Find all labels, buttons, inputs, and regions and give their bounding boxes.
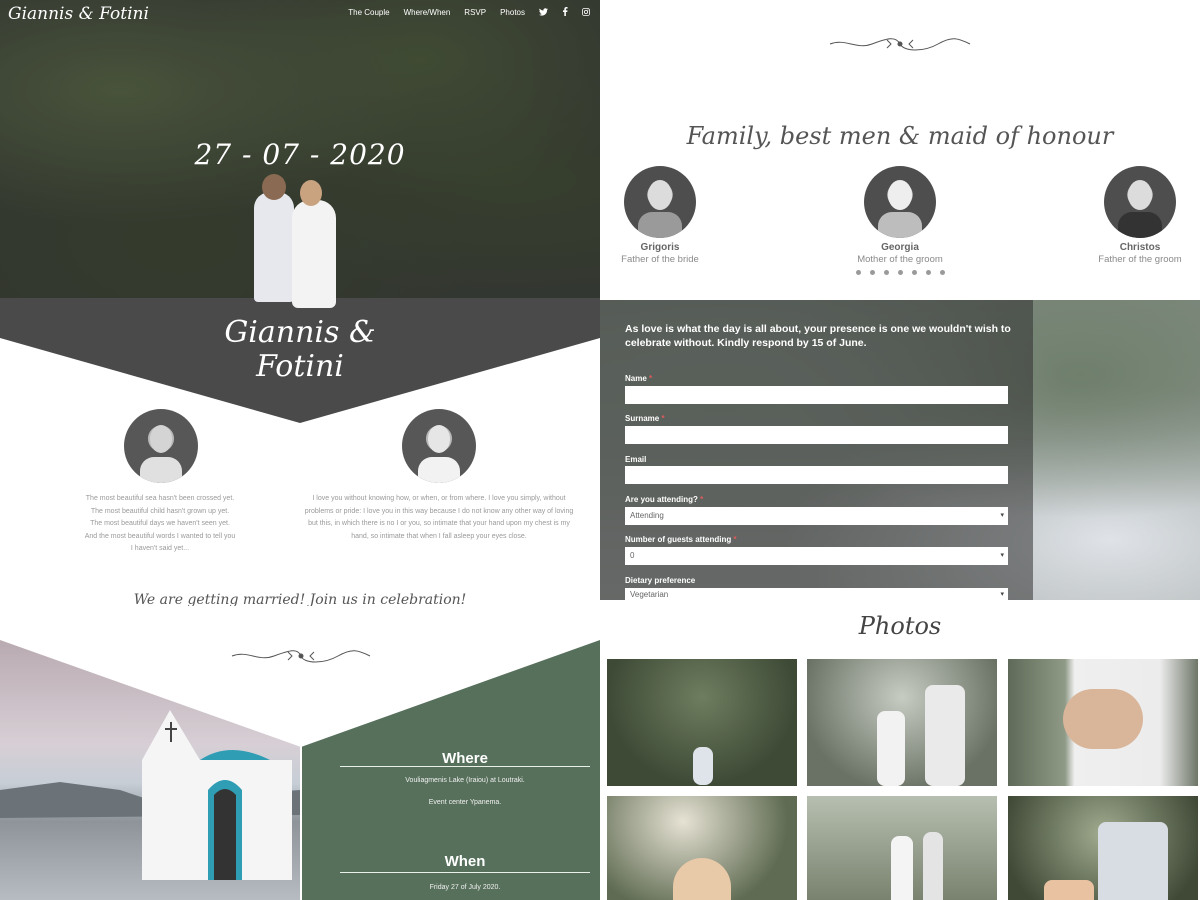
nav-rsvp[interactable]: RSVP	[464, 8, 486, 17]
groom-quote: The most beautiful sea hasn't been cross…	[60, 493, 260, 556]
groom-quote-line: The most beautiful days we haven't seen …	[90, 520, 230, 527]
member-role: Father of the groom	[1098, 254, 1182, 265]
main-nav: The Couple Where/When RSVP Photos	[348, 7, 590, 18]
member-name: Grigoris	[640, 242, 680, 253]
gallery-photo[interactable]	[607, 796, 797, 900]
diet-select[interactable]: Vegetarian	[625, 588, 1008, 602]
avatar	[864, 166, 936, 238]
surname-label: Surname *	[625, 414, 665, 423]
gallery-photo[interactable]	[807, 796, 997, 900]
family-member-georgia: Georgia Mother of the groom	[830, 166, 970, 265]
nav-photos[interactable]: Photos	[500, 8, 525, 17]
wedding-date: 27 - 07 - 2020	[194, 138, 406, 171]
carousel-dots	[600, 270, 1200, 275]
member-role: Mother of the groom	[857, 254, 943, 265]
bride-quote-line: I love you without knowing how, or when,…	[312, 495, 566, 502]
couple-names: Giannis & Fotini	[0, 316, 600, 384]
left-screenshot: Giannis & Fotini The Couple Where/When R…	[0, 0, 600, 900]
guests-label: Number of guests attending *	[625, 535, 737, 544]
names-line-1: Giannis &	[224, 315, 376, 350]
carousel-dot[interactable]	[883, 270, 889, 275]
groom-quote-line: The most beautiful sea hasn't been cross…	[85, 495, 235, 502]
groom-quote-line: And the most beautiful words I wanted to…	[84, 532, 236, 540]
gallery-photo[interactable]	[607, 659, 797, 786]
when-rule	[340, 872, 590, 873]
where-rule	[340, 766, 590, 767]
gallery-photo[interactable]	[1008, 796, 1198, 900]
email-label: Email	[625, 455, 647, 464]
nav-where-when[interactable]: Where/When	[404, 8, 451, 17]
couple-photo	[240, 170, 360, 310]
member-name: Georgia	[881, 242, 919, 253]
when-line-1: Friday 27 of July 2020.	[429, 884, 501, 891]
name-field[interactable]	[625, 386, 1008, 404]
nav-the-couple[interactable]: The Couple	[348, 8, 389, 17]
bride-quote-line: hand, so intimate that when I fall aslee…	[351, 532, 527, 540]
where-line-1: Vouliagmenis Lake (Iraiou) at Loutraki.	[405, 777, 525, 784]
family-title: Family, best men & maid of honour	[686, 122, 1114, 150]
where-line-2: Event center Ypanema.	[428, 799, 502, 806]
gallery-photo[interactable]	[1008, 659, 1198, 786]
family-member-grigoris: Grigoris Father of the bride	[600, 166, 730, 265]
bride-avatar	[402, 409, 476, 483]
diet-label: Dietary preference	[625, 576, 696, 585]
gallery-photo[interactable]	[807, 659, 997, 786]
guests-select[interactable]: 0	[625, 547, 1008, 565]
avatar	[624, 166, 696, 238]
instagram-icon[interactable]	[582, 7, 590, 18]
bride-quote-line: problems or pride: I love you in this wa…	[304, 507, 574, 515]
facebook-icon[interactable]	[562, 7, 568, 18]
groom-avatar	[124, 409, 198, 483]
avatar	[1104, 166, 1176, 238]
attending-select[interactable]: Attending	[625, 507, 1008, 525]
bride-quote-line: but this, in which there is no I or you,…	[308, 520, 570, 527]
twitter-icon[interactable]	[539, 7, 548, 18]
rsvp-intro: As love is what the day is all about, yo…	[625, 323, 1011, 349]
member-role: Father of the bride	[621, 254, 699, 265]
photos-title: Photos	[858, 612, 942, 640]
when-title: When	[444, 853, 486, 870]
ornament-divider-icon	[231, 650, 371, 663]
attending-label: Are you attending? *	[625, 495, 704, 504]
right-screenshot: Family, best men & maid of honour Grigor…	[600, 0, 1200, 900]
groom-quote-line: I haven't said yet...	[130, 545, 190, 552]
brand-logo[interactable]: Giannis & Fotini	[8, 4, 149, 24]
carousel-dot[interactable]	[925, 270, 931, 275]
bride-quote: I love you without knowing how, or when,…	[300, 493, 578, 543]
where-title: Where	[442, 750, 488, 767]
member-name: Christos	[1119, 242, 1161, 253]
email-field[interactable]	[625, 466, 1008, 484]
name-label: Name *	[625, 374, 653, 383]
carousel-dot[interactable]	[939, 270, 945, 275]
carousel-dot[interactable]	[855, 270, 861, 275]
surname-field[interactable]	[625, 426, 1008, 444]
tagline: We are getting married! Join us in celeb…	[133, 592, 467, 606]
carousel-dot[interactable]	[869, 270, 875, 275]
names-line-2: Fotini	[256, 349, 344, 384]
family-member-christos: Christos Father of the groom	[1070, 166, 1200, 265]
carousel-dot[interactable]	[911, 270, 917, 275]
carousel-dot[interactable]	[897, 270, 903, 275]
groom-quote-line: The most beautiful child hasn't grown up…	[90, 507, 230, 515]
ornament-divider-icon	[829, 38, 971, 51]
